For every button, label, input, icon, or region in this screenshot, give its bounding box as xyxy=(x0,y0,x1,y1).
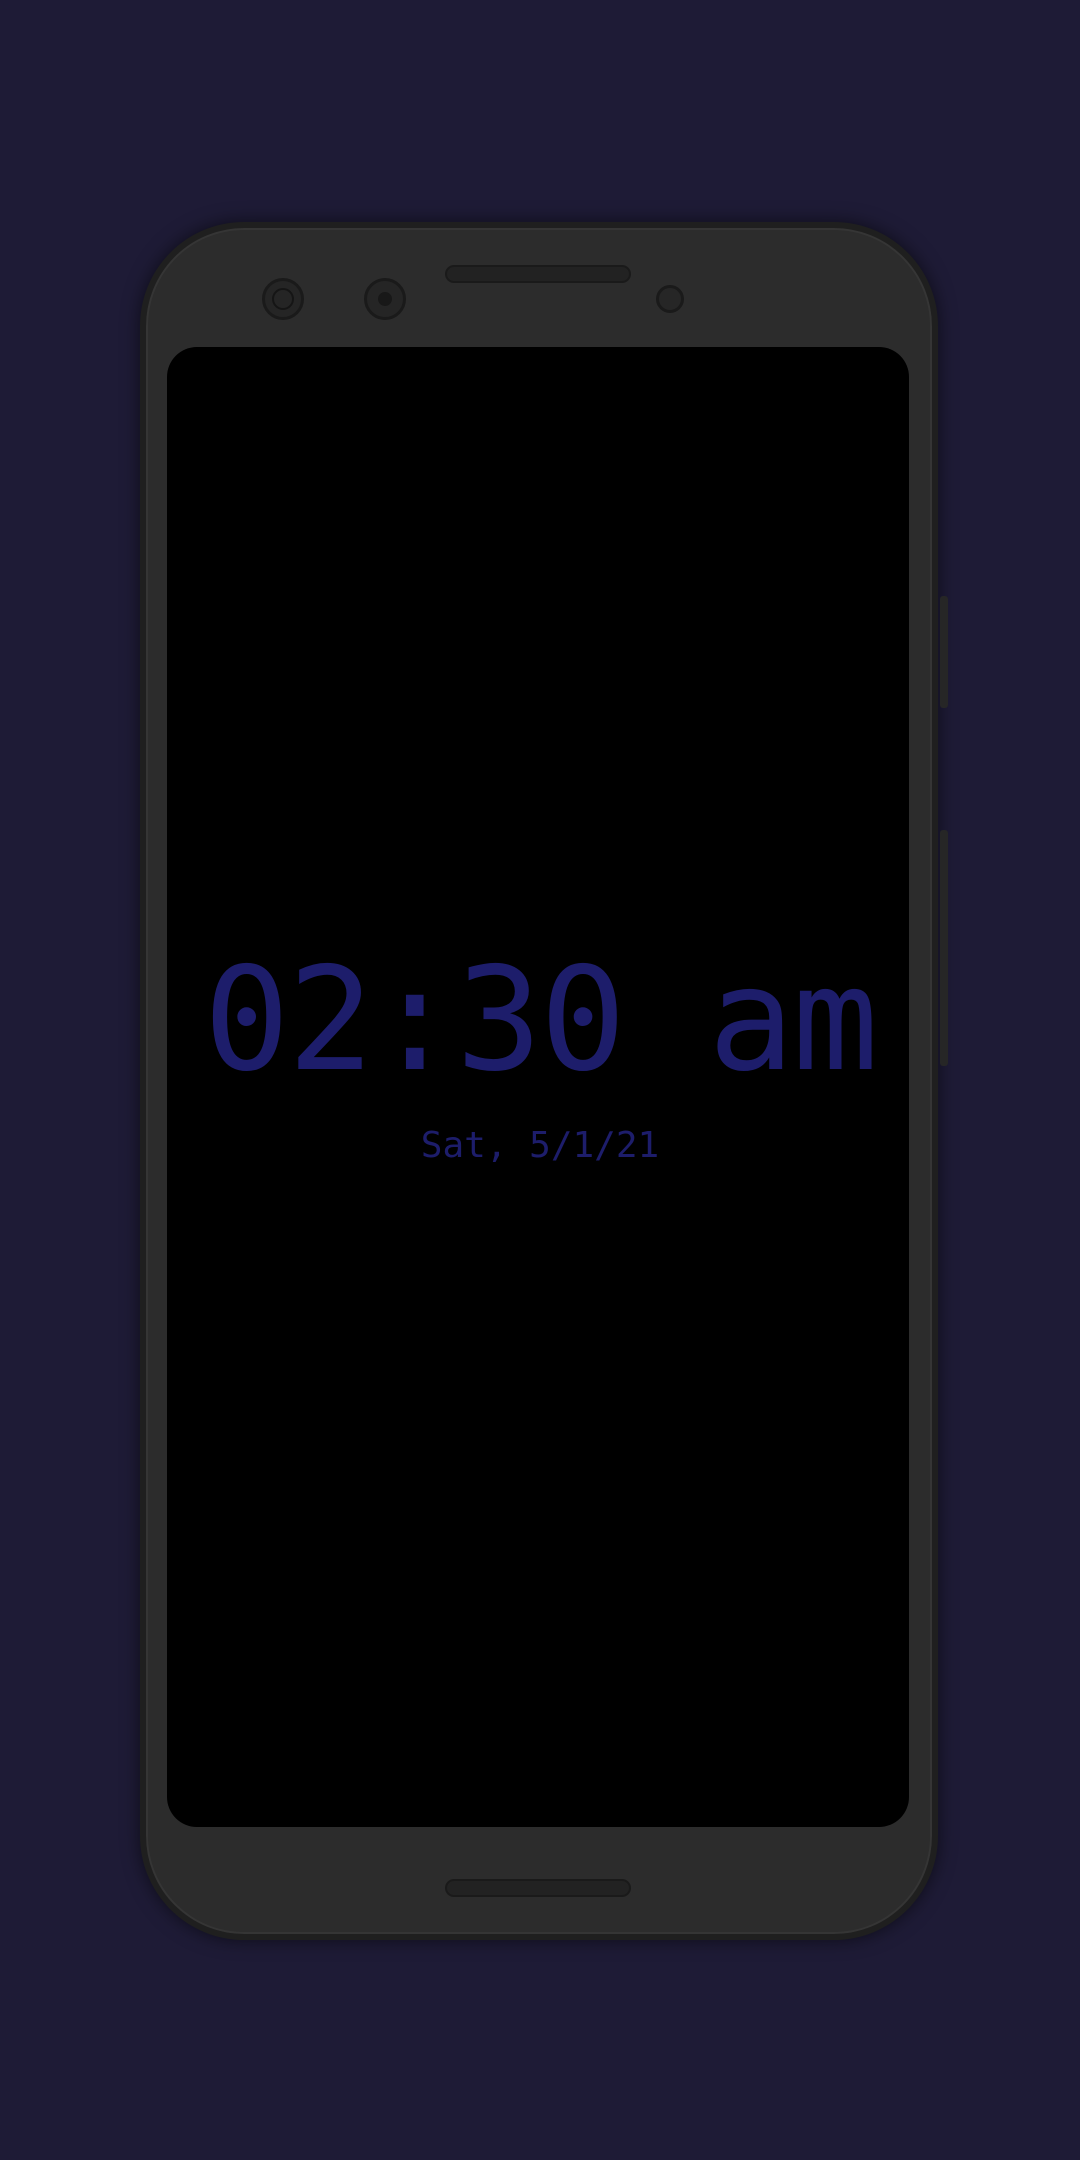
proximity-sensor-icon xyxy=(656,285,684,313)
power-button[interactable] xyxy=(940,596,948,708)
earpiece-speaker xyxy=(445,265,631,283)
device-frame-page: 02:30 am Sat, 5/1/21 xyxy=(0,0,1080,2160)
bottom-speaker xyxy=(445,1879,631,1897)
secondary-camera-icon xyxy=(364,278,406,320)
clock-time: 02:30 am xyxy=(203,936,879,1103)
front-camera-icon xyxy=(262,278,304,320)
clock-date: Sat, 5/1/21 xyxy=(420,1125,660,1166)
